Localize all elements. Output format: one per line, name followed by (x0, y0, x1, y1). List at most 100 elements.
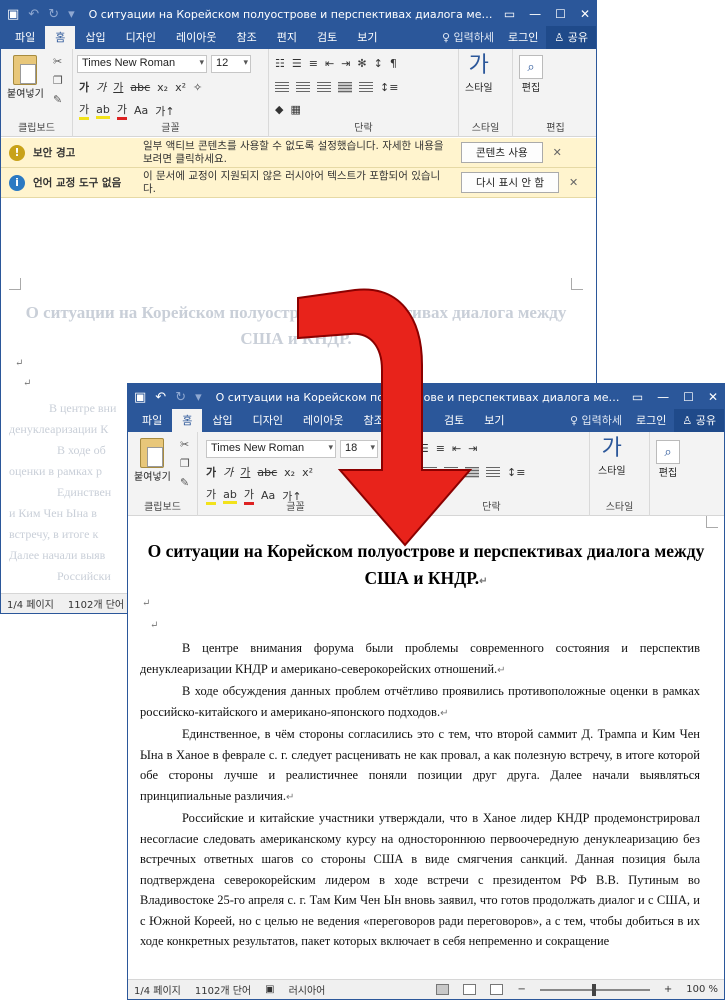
paragraph[interactable]: В центре внимания форума были проблемы с… (140, 638, 700, 681)
cut-icon[interactable]: ✂ (53, 55, 63, 68)
highlight-icon[interactable]: ab (96, 103, 110, 119)
italic-icon[interactable]: 가 (96, 79, 106, 95)
subscript-icon[interactable]: x₂ (284, 466, 295, 479)
tab-file[interactable]: 파일 (5, 26, 45, 49)
undo-icon[interactable]: ↶ (28, 7, 39, 22)
page-count[interactable]: 1/4 페이지 (7, 596, 54, 611)
numbering-icon[interactable]: ☰ (419, 442, 429, 455)
strikethrough-icon[interactable]: abc (130, 81, 150, 94)
customize-qat-icon[interactable]: ▾ (195, 390, 202, 405)
undo-icon[interactable]: ↶ (155, 390, 166, 405)
format-painter-icon[interactable]: ✎ (53, 93, 63, 106)
align-left-icon[interactable] (275, 82, 289, 93)
bold-icon[interactable]: 가 (206, 464, 216, 480)
paragraph[interactable]: В ходе обсуждения данных проблем отчётли… (140, 681, 700, 724)
tab-insert[interactable]: 삽입 (75, 26, 115, 49)
minimize-icon[interactable]: — (657, 390, 669, 404)
share-button[interactable]: ♙ 공유 (674, 409, 724, 432)
font-name-select[interactable]: Times New Roman (77, 55, 207, 73)
font-size-select[interactable]: 12 (211, 55, 251, 73)
superscript-icon[interactable]: x² (302, 466, 313, 479)
editing-button[interactable]: ⌕ 편집 (519, 55, 543, 94)
maximize-icon[interactable]: ☐ (555, 7, 566, 21)
distributed-icon[interactable] (359, 82, 373, 93)
distributed-icon[interactable] (486, 467, 500, 478)
sort-icon[interactable]: ↕ (374, 57, 383, 70)
grow-font-icon[interactable]: 가↑ (155, 103, 174, 119)
superscript-icon[interactable]: x² (175, 81, 186, 94)
redo-icon[interactable]: ↻ (175, 390, 186, 405)
decrease-indent-icon[interactable]: ⇤ (452, 442, 461, 455)
asian-layout-icon[interactable]: ✻ (357, 57, 366, 70)
enable-content-button[interactable]: 콘텐츠 사용 (461, 142, 543, 163)
styles-button[interactable]: 가 스타일 (465, 53, 493, 94)
bullets-icon[interactable]: ☷ (275, 57, 285, 70)
close-icon[interactable]: ✕ (569, 176, 578, 189)
tell-me-box[interactable]: ♀ 입력하세 (564, 409, 628, 432)
font-color-icon[interactable]: 가 (116, 101, 127, 120)
page-count[interactable]: 1/4 페이지 (134, 982, 181, 997)
line-spacing-icon[interactable]: ↕≡ (507, 466, 525, 479)
font-name-select[interactable]: Times New Roman (206, 440, 336, 458)
increase-indent-icon[interactable]: ⇥ (341, 57, 350, 70)
word-count[interactable]: 1102개 단어 (195, 982, 251, 997)
maximize-icon[interactable]: ☐ (683, 390, 694, 404)
tab-mailings[interactable]: 편지 (267, 26, 307, 49)
login-button[interactable]: 로그인 (500, 26, 546, 49)
align-center-icon[interactable] (423, 467, 437, 478)
tab-references[interactable]: 참조 (353, 409, 393, 432)
zoom-in-icon[interactable]: + (664, 984, 672, 995)
underline-icon[interactable]: 가 (240, 464, 250, 480)
tab-insert[interactable]: 삽입 (202, 409, 242, 432)
bold-icon[interactable]: 가 (79, 79, 89, 95)
zoom-slider[interactable] (539, 983, 650, 996)
proofing-icon[interactable]: ▣ (265, 984, 274, 995)
ribbon-display-icon[interactable]: ▭ (504, 7, 515, 21)
bullets-icon[interactable]: ☷ (402, 442, 412, 455)
tab-references[interactable]: 참조 (226, 26, 266, 49)
paste-button[interactable]: 붙여넣기 (134, 438, 171, 483)
document-page[interactable]: О ситуации на Корейском полуострове и пе… (128, 516, 724, 979)
tab-home[interactable]: 홈 (172, 409, 203, 432)
share-button[interactable]: ♙ 공유 (546, 26, 596, 49)
tab-layout[interactable]: 레이아웃 (166, 26, 226, 49)
tab-review[interactable]: 검토 (307, 26, 347, 49)
tab-review[interactable]: 검토 (434, 409, 474, 432)
numbering-icon[interactable]: ☰ (292, 57, 302, 70)
show-marks-icon[interactable]: ¶ (390, 57, 397, 70)
ribbon-display-icon[interactable]: ▭ (632, 390, 643, 404)
styles-button[interactable]: 가 스타일 (598, 436, 626, 477)
tab-design[interactable]: 디자인 (243, 409, 293, 432)
multilevel-list-icon[interactable]: ≡ (436, 442, 445, 455)
tab-view[interactable]: 보기 (347, 26, 387, 49)
strikethrough-icon[interactable]: abc (257, 466, 277, 479)
tab-mailings[interactable]: 편지 (394, 409, 434, 432)
multilevel-list-icon[interactable]: ≡ (309, 57, 318, 70)
zoom-out-icon[interactable]: − (517, 984, 525, 995)
customize-qat-icon[interactable]: ▾ (68, 7, 75, 22)
minimize-icon[interactable]: — (529, 7, 541, 21)
zoom-level[interactable]: 100 % (686, 984, 718, 995)
read-mode-icon[interactable] (436, 984, 450, 995)
language-indicator[interactable]: 러시아어 (289, 982, 326, 997)
underline-icon[interactable]: 가 (113, 79, 123, 95)
word-count[interactable]: 1102개 단어 (68, 596, 124, 611)
save-icon[interactable]: ▣ (134, 390, 146, 405)
cut-icon[interactable]: ✂ (180, 438, 190, 451)
justify-icon[interactable] (338, 82, 352, 93)
close-icon[interactable]: ✕ (708, 390, 718, 404)
tab-view[interactable]: 보기 (474, 409, 514, 432)
copy-icon[interactable]: ❐ (180, 457, 190, 470)
subscript-icon[interactable]: x₂ (157, 81, 168, 94)
italic-icon[interactable]: 가 (223, 464, 233, 480)
justify-icon[interactable] (465, 467, 479, 478)
close-icon[interactable]: ✕ (553, 146, 562, 159)
copy-icon[interactable]: ❐ (53, 74, 63, 87)
shading-icon[interactable]: ◆ (275, 103, 283, 116)
align-right-icon[interactable] (444, 467, 458, 478)
login-button[interactable]: 로그인 (628, 409, 674, 432)
web-layout-icon[interactable] (490, 984, 504, 995)
paste-button[interactable]: 붙여넣기 (7, 55, 44, 100)
decrease-indent-icon[interactable]: ⇤ (325, 57, 334, 70)
align-center-icon[interactable] (296, 82, 310, 93)
